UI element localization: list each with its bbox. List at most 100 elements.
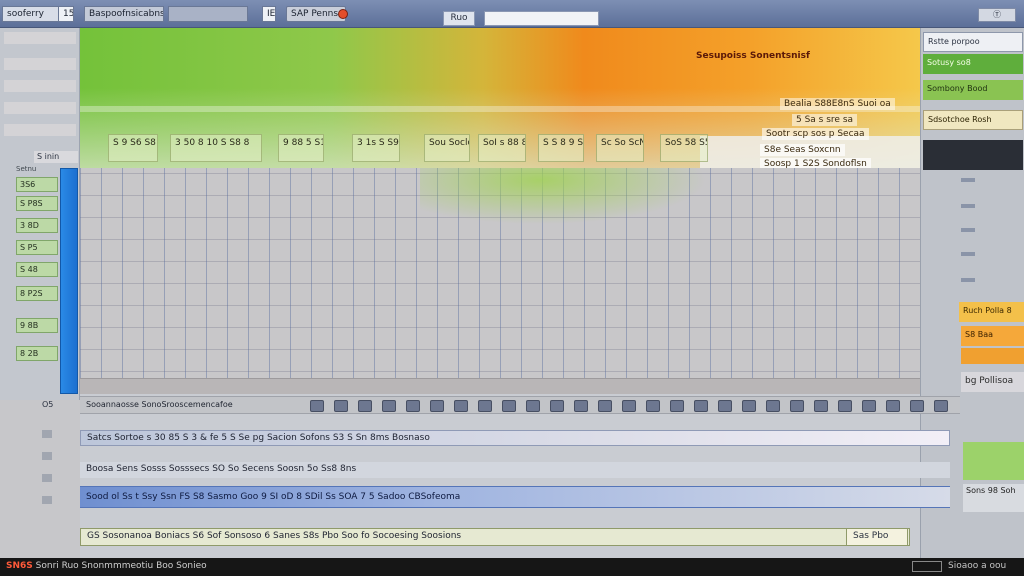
toolbar-tool-icon[interactable] — [766, 400, 780, 412]
column-header[interactable]: Sc So ScNo — [596, 134, 644, 162]
right-panel-badge[interactable]: Ruch Polla 8 — [959, 302, 1024, 322]
right-panel-label: bg Pollisoa — [961, 372, 1024, 392]
status-right-text: Sioaoo a oou — [948, 561, 1007, 571]
toolbar-tool-icon[interactable] — [550, 400, 564, 412]
toolbar-tool-icon[interactable] — [646, 400, 660, 412]
right-panel-field[interactable]: Sdsotchoe Rosh — [923, 110, 1023, 130]
close-icon[interactable] — [338, 9, 348, 19]
sidebar-item[interactable]: 8 2B — [16, 346, 58, 361]
list-item-selected[interactable]: Sood ol Ss t Ssy Ssn FS S8 Sasmo Goo 9 S… — [80, 486, 950, 508]
list-item[interactable]: Boosa Sens Sosss Sosssecs SO So Secens S… — [80, 462, 950, 478]
title-bar: sooferry 15 Baspoofnsicabns IE SAP Penns… — [0, 0, 1024, 28]
banner-text: S8e Seas Soxcnn — [760, 144, 845, 156]
right-panel-badge[interactable]: S8 Baa — [961, 326, 1024, 346]
column-header[interactable]: 3 1s S S98 — [352, 134, 400, 162]
right-panel-button[interactable]: Sombony Bood — [923, 80, 1023, 100]
right-panel-tick — [961, 204, 975, 208]
status-brand: SN6S — [6, 561, 33, 571]
toolbar: Sooannaosse SonoSrooscemencafoe — [80, 396, 960, 414]
toolbar-tool-icon[interactable] — [838, 400, 852, 412]
zoom-button[interactable]: Ruo — [443, 11, 475, 26]
right-panel-tick — [961, 178, 975, 182]
toolbar-tool-icon[interactable] — [670, 400, 684, 412]
grid-footer — [80, 378, 930, 394]
right-panel-badge — [961, 348, 1024, 364]
list-item[interactable]: GS Sosonanoa Boniacs S6 Sof Sonsoso 6 Sa… — [80, 528, 910, 546]
status-message: Sonri Ruo Snonmmmeotiu Boo Sonieo — [35, 561, 207, 571]
tab-primary[interactable]: Baspoofnsicabns — [84, 6, 164, 22]
sidebar-item[interactable]: S P8S — [16, 196, 58, 211]
toolbar-tool-icon[interactable] — [886, 400, 900, 412]
toolbar-tool-icon[interactable] — [718, 400, 732, 412]
toolbar-tool-icon[interactable] — [454, 400, 468, 412]
bottom-left-label: O5 — [42, 400, 54, 409]
bottom-left-mark — [42, 430, 52, 438]
toolbar-tool-icon[interactable] — [310, 400, 324, 412]
toolbar-tool-icon[interactable] — [478, 400, 492, 412]
column-header[interactable]: SoI s 88 8 — [478, 134, 526, 162]
toolbar-tool-icon[interactable] — [622, 400, 636, 412]
column-header[interactable]: S 9 S6 S8 — [108, 134, 158, 162]
column-header-row: S 9 S6 S8 3 50 8 10 S S8 8 9 88 5 S1 3 1… — [86, 134, 708, 164]
bottom-left-mark — [42, 452, 52, 460]
sidebar-scrollbar[interactable] — [60, 168, 78, 394]
toolbar-tool-icon[interactable] — [910, 400, 924, 412]
toolbar-tool-icon[interactable] — [430, 400, 444, 412]
toolbar-tool-icon[interactable] — [742, 400, 756, 412]
bottom-left-mark — [42, 474, 52, 482]
tab-settings[interactable]: SAP Penns — [286, 6, 346, 22]
sidebar-item[interactable]: S 48 — [16, 262, 58, 277]
toolbar-tool-icon[interactable] — [406, 400, 420, 412]
banner-text: Sootr scp sos p Secaa — [762, 128, 869, 140]
list-item[interactable]: Satcs Sortoe s 30 85 S 3 & fe 5 S Se pg … — [80, 430, 950, 446]
toolbar-tool-icon[interactable] — [526, 400, 540, 412]
right-panel-tick — [961, 252, 975, 256]
sidebar-placeholder — [4, 58, 76, 70]
tab-small[interactable]: IE — [262, 6, 276, 22]
toolbar-tool-icon[interactable] — [694, 400, 708, 412]
toolbar-tool-icon[interactable] — [790, 400, 804, 412]
bottom-left-mark — [42, 496, 52, 504]
right-panel-label: Sons 98 Soh — [963, 484, 1024, 512]
status-text: SN6S Sonri Ruo Snonmmmeotiu Boo Sonieo — [6, 561, 207, 571]
right-panel-preview — [923, 140, 1023, 170]
toolbar-tool-icon[interactable] — [382, 400, 396, 412]
sidebar-item[interactable]: S P5 — [16, 240, 58, 255]
column-header[interactable]: SoS 58 S5 — [660, 134, 708, 162]
banner-text: Bealia S88E8nS Suoi oa — [780, 98, 895, 110]
sidebar-placeholder — [4, 102, 76, 114]
right-panel-button[interactable]: Sotusy so8 — [923, 54, 1023, 74]
toolbar-tool-icon[interactable] — [574, 400, 588, 412]
toolbar-tool-icon[interactable] — [598, 400, 612, 412]
right-panel-tick — [961, 278, 975, 282]
sidebar-placeholder — [4, 80, 76, 92]
right-panel: Rstte porpoo Sotusy so8 Sombony Bood Sds… — [920, 28, 1024, 558]
toolbar-tool-icon[interactable] — [334, 400, 348, 412]
sidebar-item[interactable]: 8 P2S — [16, 286, 58, 301]
sidebar-label: S inin — [34, 151, 78, 163]
app-version: 15 — [58, 6, 74, 22]
toolbar-tool-icon[interactable] — [502, 400, 516, 412]
window-control-button[interactable]: Ⓣ — [978, 8, 1016, 22]
search-input[interactable] — [484, 11, 599, 26]
sidebar-item[interactable]: 3S6 — [16, 177, 58, 192]
column-header[interactable]: Sou Socloo — [424, 134, 470, 162]
banner-text: Soosp 1 S2S Sondoflsn — [760, 158, 871, 168]
toolbar-tool-icon[interactable] — [862, 400, 876, 412]
row-action-button[interactable]: Sas Pbo — [846, 528, 908, 546]
sidebar-item[interactable]: 3 8D — [16, 218, 58, 233]
toolbar-tool-icon[interactable] — [934, 400, 948, 412]
banner-text: 5 Sa s sre sa — [792, 114, 858, 126]
sidebar-placeholder — [4, 124, 76, 136]
bottom-left-panel: O5 — [0, 400, 80, 558]
right-panel-field[interactable]: Rstte porpoo — [923, 32, 1023, 52]
sidebar-header: Setnu — [16, 165, 37, 173]
column-header[interactable]: S S 8 9 S8 — [538, 134, 584, 162]
right-panel-tick — [961, 228, 975, 232]
column-header[interactable]: 3 50 8 10 S S8 8 — [170, 134, 262, 162]
sidebar-item[interactable]: 9 8B — [16, 318, 58, 333]
column-header[interactable]: 9 88 5 S1 — [278, 134, 324, 162]
tab-secondary[interactable] — [168, 6, 248, 22]
toolbar-tool-icon[interactable] — [814, 400, 828, 412]
toolbar-tool-icon[interactable] — [358, 400, 372, 412]
